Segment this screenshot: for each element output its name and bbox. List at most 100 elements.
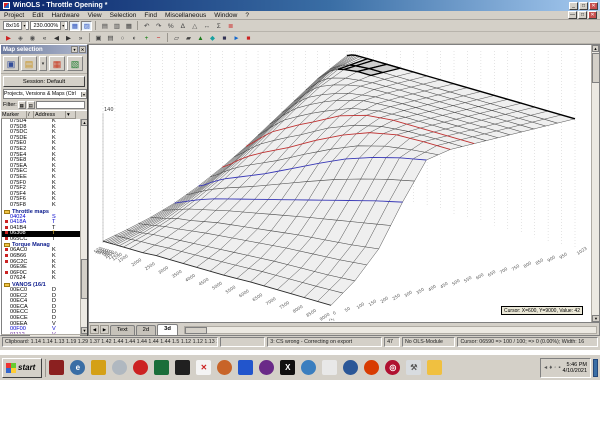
scrollbar-thumb[interactable]	[81, 259, 87, 299]
delta-icon[interactable]: Δ	[177, 21, 188, 31]
map-row[interactable]: 01112V	[2, 332, 87, 334]
menu-item-miscellaneous[interactable]: Miscellaneous	[161, 12, 210, 19]
increase-icon[interactable]: +	[141, 33, 152, 43]
tray-icon-3[interactable]: ◦	[554, 365, 556, 371]
view-3d-icon[interactable]: ▨	[81, 20, 93, 31]
column-header-[interactable]: /	[27, 111, 34, 119]
select-col-icon[interactable]: ▦	[123, 21, 134, 31]
taskbar-icon-2[interactable]: e	[70, 360, 86, 375]
show-desktop-button[interactable]	[593, 358, 598, 377]
stop-icon[interactable]: ■	[243, 33, 254, 43]
taskbar-icon-1[interactable]	[49, 360, 65, 375]
tab-3d[interactable]: 3d	[157, 324, 178, 335]
tray-icon-1[interactable]: ◂	[544, 364, 547, 371]
decrease-icon[interactable]: −	[153, 33, 164, 43]
taskbar-icon-17[interactable]: ◎	[385, 360, 401, 375]
chevron-down-icon[interactable]: ▾	[60, 21, 66, 30]
tab-text[interactable]: Text	[110, 325, 135, 335]
taskbar-icon-19[interactable]	[427, 360, 443, 375]
taskbar-icon-10[interactable]	[238, 360, 254, 375]
bookmark-icon[interactable]: ◈	[15, 33, 26, 43]
select-row-icon[interactable]: ▥	[111, 21, 122, 31]
prev-map-icon[interactable]: ◀	[51, 33, 62, 43]
map-panel-titlebar[interactable]: Map selection ▾ ✕	[1, 45, 87, 54]
value-size-combo[interactable]: 8x/16 ▾	[3, 21, 30, 30]
checksum-icon[interactable]: ▲	[195, 33, 206, 43]
zoom-combo[interactable]: 230.000% ▾	[30, 21, 69, 30]
tab-scroll-left-icon[interactable]: ◀	[90, 325, 99, 334]
taskbar-icon-11[interactable]	[259, 360, 275, 375]
next-map-icon[interactable]: ▶	[63, 33, 74, 43]
open-dropdown-icon[interactable]: ▾	[39, 56, 47, 71]
percent-icon[interactable]: %	[165, 21, 176, 31]
table-icon[interactable]: ▤	[99, 21, 110, 31]
menu-item-window[interactable]: Window	[210, 12, 241, 19]
tab-scroll-right-icon[interactable]: ▶	[100, 325, 109, 334]
redo-icon[interactable]: ↷	[153, 21, 164, 31]
scrollbar-thumb[interactable]	[184, 327, 207, 334]
3d-surface-chart[interactable]: 1405206006807608409201000112012801500 200…	[91, 47, 591, 321]
child-minimize-button[interactable]: —	[568, 11, 577, 19]
child-restore-button[interactable]: □	[578, 11, 587, 19]
view-2d-icon[interactable]: ▦	[69, 20, 81, 31]
copy-icon[interactable]: ▣	[93, 33, 104, 43]
chevron-down-icon[interactable]: ▾	[21, 21, 27, 30]
taskbar-icon-15[interactable]	[343, 360, 359, 375]
menu-item-view[interactable]: View	[84, 12, 106, 19]
sigma-icon[interactable]: Σ	[213, 21, 224, 31]
taskbar-icon-8[interactable]: ✕	[196, 360, 212, 375]
map-list-scrollbar[interactable]: ▲ ▼	[80, 119, 87, 334]
scroll-down-icon[interactable]: ▼	[592, 315, 600, 322]
tab-2d[interactable]: 2d	[135, 325, 157, 335]
chart-scrollbar[interactable]: ▲ ▼	[591, 45, 600, 322]
flag-icon[interactable]: ▶	[3, 33, 14, 43]
scrollbar-thumb[interactable]	[592, 53, 600, 83]
export-maps-icon[interactable]: ▧	[67, 56, 83, 71]
title-bar[interactable]: WinOLS - Throttle Opening * _ □ ✕	[0, 0, 600, 11]
start-button[interactable]: start	[2, 357, 43, 378]
taskbar-icon-16[interactable]	[364, 360, 380, 375]
close-button[interactable]: ✕	[589, 1, 598, 10]
save-version-icon[interactable]: ▣	[3, 56, 19, 71]
hex-icon[interactable]: ◆	[207, 33, 218, 43]
chevron-down-icon[interactable]: ▾	[80, 91, 86, 97]
rainbow-map-icon[interactable]: ≣	[225, 21, 236, 31]
import-maps-icon[interactable]: ▦	[49, 56, 65, 71]
chart-hscrollbar[interactable]	[183, 326, 597, 334]
menu-item-help[interactable]: ?	[241, 12, 253, 19]
column-header-marker[interactable]: Marker	[1, 111, 27, 119]
column-header-address[interactable]: Address	[34, 111, 66, 119]
undo-icon[interactable]: ↶	[141, 21, 152, 31]
tray-icon-2[interactable]: ♦	[549, 365, 552, 371]
move-icon[interactable]: ↔	[201, 21, 212, 31]
search-icon[interactable]: ◉	[27, 33, 38, 43]
taskbar-icon-5[interactable]	[133, 360, 149, 375]
compare-icon[interactable]: ◐	[129, 33, 140, 43]
minimize-button[interactable]: _	[569, 1, 578, 10]
taskbar-icon-12[interactable]: X	[280, 360, 296, 375]
taskbar-icon-6[interactable]	[154, 360, 170, 375]
menu-item-hardware[interactable]: Hardware	[47, 12, 83, 19]
scroll-up-icon[interactable]: ▲	[81, 119, 87, 126]
session-button[interactable]: Session: Default	[3, 76, 85, 87]
menu-item-edit[interactable]: Edit	[28, 12, 47, 19]
paste-icon[interactable]: ▤	[105, 33, 116, 43]
map-list[interactable]: 075D4 K 075D8 K 075DC K 075DE K 075E0 K 075E2 K 075E…	[1, 119, 87, 334]
write-icon[interactable]: ■	[219, 33, 230, 43]
absolute-icon[interactable]: △	[189, 21, 200, 31]
map-fill-icon[interactable]: ▰	[183, 33, 194, 43]
filter-list-icon[interactable]: ▤	[26, 101, 35, 109]
filter-input[interactable]	[35, 101, 85, 109]
scroll-up-icon[interactable]: ▲	[592, 45, 599, 52]
scope-combo[interactable]: Projects, Versions & Maps (Ctrl ▾	[3, 89, 87, 99]
taskbar-icon-9[interactable]	[217, 360, 233, 375]
child-close-button[interactable]: ✕	[588, 11, 597, 19]
run-icon[interactable]: ►	[231, 33, 242, 43]
menu-item-find[interactable]: Find	[140, 12, 161, 19]
taskbar-icon-14[interactable]	[322, 360, 338, 375]
panel-pin-icon[interactable]: ▾	[71, 46, 78, 53]
last-map-icon[interactable]: »	[75, 33, 86, 43]
panel-close-icon[interactable]: ✕	[79, 46, 86, 53]
scroll-down-icon[interactable]: ▼	[81, 327, 87, 334]
taskbar-icon-18[interactable]: ⚒	[406, 360, 422, 375]
